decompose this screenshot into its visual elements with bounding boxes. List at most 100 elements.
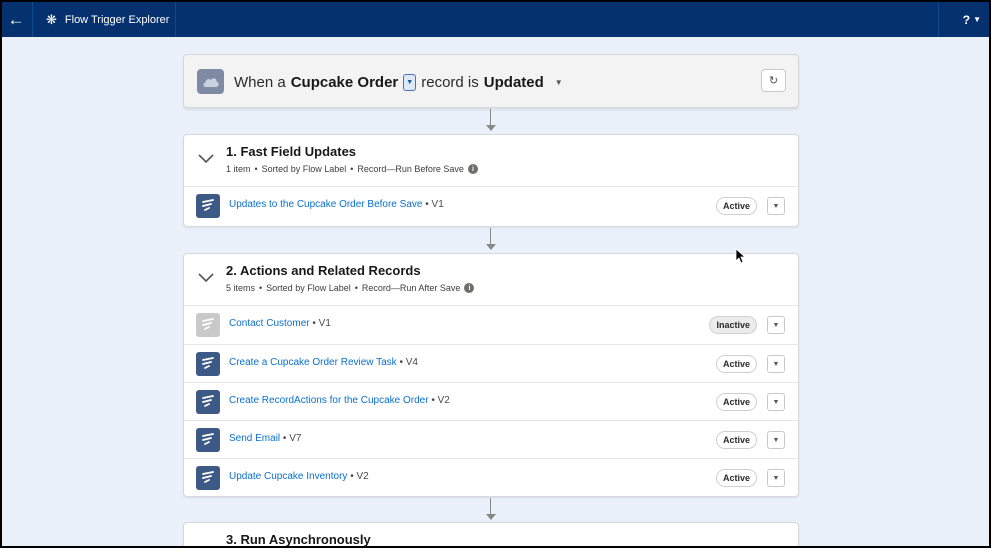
- refresh-icon: ↻: [768, 75, 779, 87]
- separator: •: [282, 433, 287, 444]
- header-divider: [938, 2, 939, 37]
- app-window: ← ❋ Flow Trigger Explorer ? ▼ When a Cup…: [2, 2, 989, 546]
- section-subtitle: 5 items • Sorted by Flow Label • Record—…: [226, 283, 475, 293]
- trigger-middle: record is: [421, 73, 479, 91]
- flow-row: Update Cupcake Inventory • V2 Active ▼: [184, 458, 798, 496]
- collapse-button[interactable]: [197, 271, 215, 285]
- item-count: 1 item: [226, 164, 251, 174]
- item-count: 5 items: [226, 283, 256, 293]
- info-icon[interactable]: i: [467, 164, 478, 174]
- chevron-down-icon: ▼: [772, 321, 780, 329]
- flow-version: V2: [356, 471, 369, 482]
- flow-label: Create RecordActions for the Cupcake Ord…: [229, 395, 450, 406]
- info-icon[interactable]: i: [464, 283, 475, 293]
- chevron-down-icon: ▼: [772, 474, 780, 482]
- section-subtitle: 1 item • Sorted by Flow Label • Record—R…: [226, 164, 478, 174]
- status-badge: Inactive: [709, 316, 757, 334]
- flow-row: Send Email • V7 Active ▼: [184, 420, 798, 458]
- asterisk-icon: ❋: [46, 11, 57, 27]
- flow-list: Updates to the Cupcake Order Before Save…: [184, 187, 798, 225]
- section-title: 1. Fast Field Updates: [226, 144, 357, 159]
- separator: •: [399, 357, 403, 368]
- flow-icon: [196, 390, 220, 414]
- flow-list: Contact Customer • V1 Inactive ▼ Create …: [184, 306, 798, 496]
- flow-link[interactable]: Create RecordActions for the Cupcake Ord…: [229, 395, 429, 406]
- back-button[interactable]: ←: [2, 2, 30, 37]
- chevron-down-icon: ▼: [973, 15, 981, 24]
- row-actions-button[interactable]: ▼: [767, 393, 785, 411]
- separator: •: [431, 395, 435, 406]
- separator: •: [350, 471, 354, 482]
- refresh-button[interactable]: ↻: [761, 69, 786, 92]
- flow-version: V1: [431, 199, 444, 210]
- section-header: 3. Run Asynchronously: [184, 523, 798, 546]
- flow-link[interactable]: Updates to the Cupcake Order Before Save: [229, 199, 422, 210]
- main-canvas: When a Cupcake Order ▼ record is Updated…: [2, 37, 989, 546]
- connector-line: [490, 498, 491, 515]
- flow-label: Send Email • V7: [229, 433, 301, 444]
- collapse-button[interactable]: [197, 152, 215, 166]
- app-tab[interactable]: ❋ Flow Trigger Explorer: [38, 2, 177, 37]
- flow-link[interactable]: Contact Customer: [229, 318, 310, 329]
- flow-icon: [196, 194, 220, 218]
- section-card: 2. Actions and Related Records 5 items •…: [183, 253, 799, 497]
- event-dropdown-icon[interactable]: ▼: [555, 78, 563, 87]
- connector-arrow: [486, 244, 496, 250]
- flow-version: V1: [318, 318, 331, 329]
- flow-row: Create RecordActions for the Cupcake Ord…: [184, 382, 798, 420]
- row-actions-button[interactable]: ▼: [767, 355, 785, 373]
- flow-link[interactable]: Create a Cupcake Order Review Task: [229, 357, 397, 368]
- flow-row: Updates to the Cupcake Order Before Save…: [184, 187, 798, 225]
- flow-label: Update Cupcake Inventory • V2: [229, 471, 369, 482]
- row-actions-button[interactable]: ▼: [767, 316, 785, 334]
- flow-row: Contact Customer • V1 Inactive ▼: [184, 306, 798, 344]
- row-actions-button[interactable]: ▼: [767, 469, 785, 487]
- flow-icon: [196, 428, 220, 452]
- trigger-object: Cupcake Order: [290, 73, 399, 91]
- separator: •: [350, 164, 354, 174]
- chevron-down-icon: [198, 273, 214, 283]
- status-badge: Active: [715, 355, 757, 373]
- run-context: Record—Run After Save: [361, 283, 461, 293]
- connector-arrow: [486, 514, 496, 520]
- section-header: 2. Actions and Related Records 5 items •…: [184, 254, 798, 306]
- flow-row: Create a Cupcake Order Review Task • V4 …: [184, 344, 798, 382]
- global-header: ← ❋ Flow Trigger Explorer ? ▼: [2, 2, 989, 37]
- chevron-down-icon: ▼: [772, 202, 780, 210]
- separator: •: [254, 164, 258, 174]
- trigger-event[interactable]: Updated: [484, 74, 544, 91]
- flow-link[interactable]: Update Cupcake Inventory: [229, 471, 347, 482]
- chevron-down-icon: ▼: [772, 436, 780, 444]
- help-menu-button[interactable]: ? ▼: [963, 2, 981, 37]
- trigger-sentence: When a Cupcake Order ▼ record is Updated…: [234, 55, 563, 109]
- help-icon: ?: [962, 12, 971, 27]
- separator: •: [354, 283, 358, 293]
- section-card: 3. Run Asynchronously: [183, 522, 799, 546]
- flow-icon: [196, 313, 220, 337]
- status-badge: Active: [715, 431, 757, 449]
- connector-arrow: [486, 125, 496, 131]
- flow-link[interactable]: Send Email: [229, 433, 280, 444]
- sort-label: Sorted by Flow Label: [261, 164, 347, 174]
- cloud-icon: [197, 69, 224, 94]
- chevron-down-icon: ▼: [772, 360, 780, 368]
- status-badge: Active: [715, 393, 757, 411]
- separator: •: [312, 318, 316, 329]
- run-context: Record—Run Before Save: [357, 164, 464, 174]
- arrow-left-icon: ←: [7, 9, 25, 29]
- chevron-down-icon: ▼: [772, 398, 780, 406]
- separator: •: [259, 283, 263, 293]
- object-dropdown-button[interactable]: ▼: [403, 73, 417, 91]
- status-badge: Active: [715, 197, 757, 215]
- row-actions-button[interactable]: ▼: [767, 431, 785, 449]
- trigger-card: When a Cupcake Order ▼ record is Updated…: [183, 54, 799, 108]
- flow-version: V2: [437, 395, 450, 406]
- header-divider: [175, 2, 176, 37]
- connector-line: [490, 228, 491, 245]
- section-title: 3. Run Asynchronously: [226, 532, 371, 546]
- flow-icon: [196, 352, 220, 376]
- flow-label: Contact Customer • V1: [229, 318, 331, 329]
- section-card: 1. Fast Field Updates 1 item • Sorted by…: [183, 134, 799, 227]
- sort-label: Sorted by Flow Label: [266, 283, 351, 293]
- row-actions-button[interactable]: ▼: [767, 197, 785, 215]
